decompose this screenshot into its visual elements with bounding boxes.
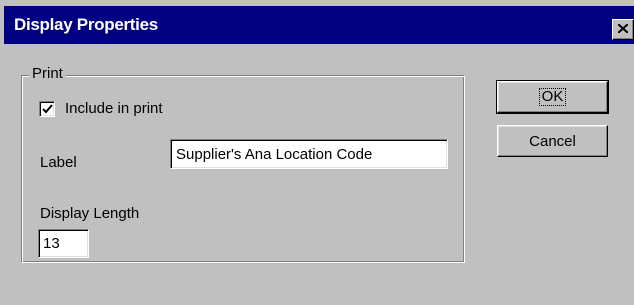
ok-button-label: OK bbox=[538, 88, 567, 106]
cancel-button[interactable]: Cancel bbox=[497, 125, 608, 157]
display-length-input[interactable] bbox=[38, 229, 89, 258]
label-field-caption: Label bbox=[40, 154, 77, 171]
include-in-print-checkbox[interactable] bbox=[39, 101, 55, 117]
title-bar[interactable]: Display Properties bbox=[4, 6, 634, 44]
include-in-print-label[interactable]: Include in print bbox=[65, 100, 163, 118]
display-length-caption: Display Length bbox=[40, 205, 140, 222]
close-x-icon bbox=[618, 24, 628, 33]
print-group-legend: Print bbox=[29, 65, 66, 83]
display-properties-dialog: Display Properties Print Include in prin… bbox=[0, 0, 634, 305]
close-button[interactable] bbox=[612, 19, 634, 40]
label-input[interactable] bbox=[170, 139, 448, 169]
ok-button[interactable]: OK bbox=[496, 80, 609, 114]
checkmark-icon bbox=[42, 104, 53, 114]
window-title: Display Properties bbox=[14, 15, 158, 34]
